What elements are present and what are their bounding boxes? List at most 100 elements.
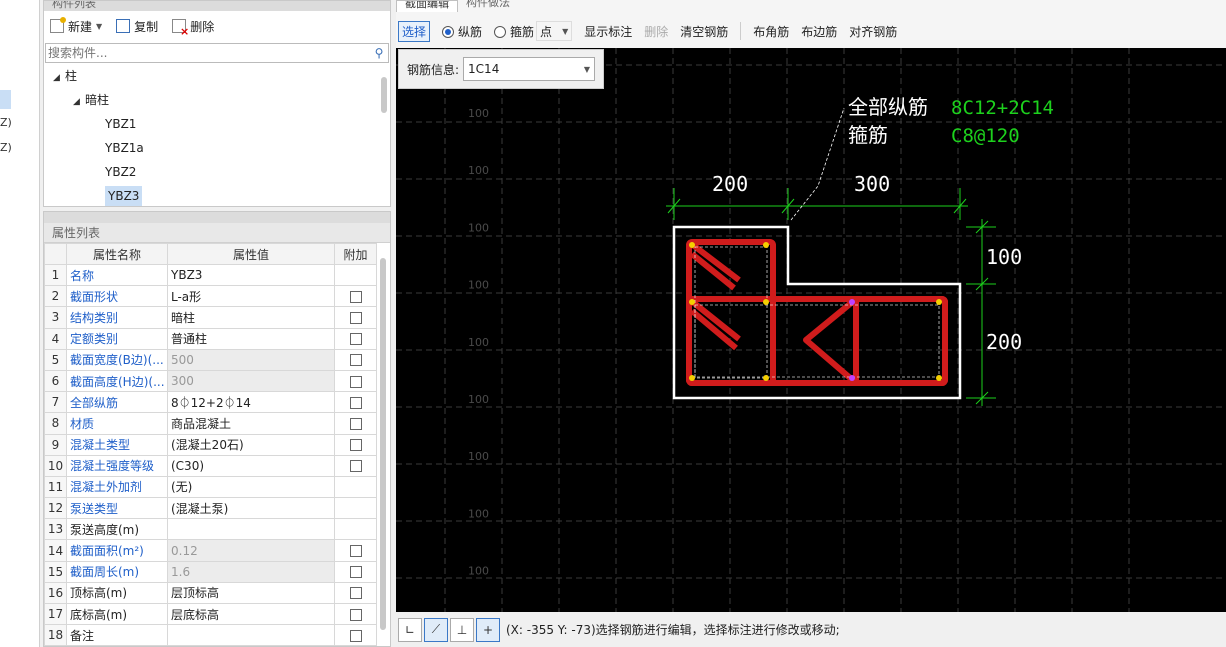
delete-button[interactable]: 删除 [172,18,214,38]
copy-button[interactable]: 复制 [116,18,158,35]
property-value[interactable]: (混凝土20石) [167,433,335,456]
add-checkbox[interactable] [349,396,362,409]
corner-rebar-button[interactable]: 布角筋 [753,23,789,40]
tree-item[interactable]: YBZ3 [105,185,143,207]
rebar-point[interactable] [849,375,855,381]
dim-text-300[interactable]: 300 [854,172,890,196]
property-value[interactable]: L-a形 [167,285,335,308]
property-value[interactable]: 层顶标高 [167,581,335,605]
add-checkbox[interactable] [349,375,362,388]
property-value[interactable]: (无) [167,475,335,499]
rebar-point[interactable] [689,299,695,305]
property-value[interactable]: 普通柱 [167,327,335,350]
property-value[interactable]: 300 [167,369,335,393]
property-scroll-thumb[interactable] [380,258,386,630]
property-value[interactable] [167,624,335,647]
property-value[interactable]: 500 [167,348,335,371]
property-value[interactable] [167,518,335,541]
add-checkbox[interactable] [349,439,362,452]
dim-text-100[interactable]: 100 [986,245,1022,269]
left-strip-selection[interactable] [0,90,11,109]
search-icon[interactable]: ⚲ [370,46,388,60]
rebar-point[interactable] [763,299,769,305]
table-row[interactable]: 9 混凝土类型 (混凝土20石) [44,433,377,456]
clear-rebar-button[interactable]: 清空钢筋 [680,23,728,40]
dimension-mode-icon[interactable]: + [476,617,500,642]
table-row[interactable]: 14 截面面积(m²) 0.12 [44,539,377,562]
table-row[interactable]: 6 截面高度(H边)(... 300 [44,369,377,393]
table-row[interactable]: 13 泵送高度(m) [44,518,377,541]
stirrup-value[interactable]: C8@120 [951,125,1020,147]
drawing-canvas[interactable]: 100 100 100 100 100 100 100 100 100 200 … [396,48,1226,612]
table-row[interactable]: 2 截面形状 L-a形 [44,285,377,308]
table-row[interactable]: 16 顶标高(m) 层顶标高 [44,581,377,605]
property-value[interactable]: 层底标高 [167,602,335,626]
tree-item[interactable]: YBZ1a [105,137,144,159]
expand-icon[interactable]: ◢ [73,91,85,113]
add-checkbox[interactable] [349,354,362,367]
table-row[interactable]: 5 截面宽度(B边)(... 500 [44,348,377,371]
table-row[interactable]: 17 底标高(m) 层底标高 [44,602,377,626]
align-rebar-button[interactable]: 对齐钢筋 [849,23,897,40]
dim-text-200-right[interactable]: 200 [986,330,1022,354]
property-value[interactable]: (C30) [167,454,335,477]
property-value[interactable]: YBZ3 [167,263,335,287]
add-checkbox[interactable] [349,460,362,473]
add-checkbox[interactable] [349,587,362,600]
rebar-point[interactable] [936,299,942,305]
add-checkbox[interactable] [349,333,362,346]
add-checkbox[interactable] [349,417,362,430]
table-row[interactable]: 10 混凝土强度等级 (C30) [44,454,377,477]
radio-stirrup[interactable]: 箍筋 [494,23,534,40]
add-checkbox[interactable] [349,608,362,621]
delete-rebar-button[interactable]: 删除 [644,23,668,40]
table-row[interactable]: 4 定额类别 普通柱 [44,327,377,350]
show-annotation-button[interactable]: 显示标注 [584,23,632,40]
tree-item[interactable]: ◢ 暗柱 [73,89,109,111]
property-value[interactable]: 1.6 [167,560,335,583]
all-long-label[interactable]: 全部纵筋 [848,95,928,119]
snap-line-icon[interactable]: ⟋ [424,617,448,642]
tree-scroll-thumb[interactable] [381,77,387,113]
tree-scrollbar[interactable] [380,65,388,205]
property-value[interactable]: (混凝土泵) [167,497,335,520]
rebar-point[interactable] [849,299,855,305]
rebar-point[interactable] [689,242,695,248]
property-value[interactable]: 8⏀12+2⏀14 [167,391,335,414]
property-scrollbar[interactable] [379,258,387,644]
rebar-point[interactable] [689,375,695,381]
stirrup-label[interactable]: 箍筋 [848,123,888,147]
radio-longitudinal[interactable]: 纵筋 [442,23,482,40]
tab-component-method[interactable]: 构件做法 [458,0,518,12]
table-row[interactable]: 7 全部纵筋 8⏀12+2⏀14 [44,391,377,414]
add-checkbox[interactable] [349,629,362,642]
select-button[interactable]: 选择 [398,20,431,42]
search-input[interactable] [46,44,370,62]
new-button[interactable]: 新建 ▼ [50,17,102,35]
tab-section-edit[interactable]: 截面编辑 [396,0,458,12]
rebar-point[interactable] [763,375,769,381]
property-value[interactable]: 0.12 [167,539,335,562]
table-row[interactable]: 11 混凝土外加剂 (无) [44,475,377,499]
property-value[interactable]: 暗柱 [167,306,335,329]
ortho-mode-icon[interactable]: ∟ [398,617,422,642]
perpendicular-icon[interactable]: ⊥ [450,617,474,642]
all-long-value[interactable]: 8C12+2C14 [951,97,1054,119]
property-value[interactable]: 商品混凝土 [167,412,335,435]
tie-hook[interactable] [803,296,858,386]
expand-icon[interactable]: ◢ [53,67,65,89]
tree-item[interactable]: YBZ2 [105,161,136,183]
rebar-info-select[interactable]: 1C14 ▼ [463,57,596,81]
rebar-point[interactable] [763,242,769,248]
table-row[interactable]: 1 名称 YBZ3 [44,263,377,287]
add-checkbox[interactable] [349,311,362,324]
table-row[interactable]: 8 材质 商品混凝土 [44,412,377,435]
dim-text-200[interactable]: 200 [712,172,748,196]
add-checkbox[interactable] [349,290,362,303]
tree-item[interactable]: ◢ 柱 [53,65,77,87]
table-row[interactable]: 18 备注 [44,624,377,647]
tree-item[interactable]: YBZ1 [105,113,136,135]
chevron-down-icon[interactable]: ▼ [96,22,102,31]
rebar-point[interactable] [936,375,942,381]
add-checkbox[interactable] [349,566,362,579]
